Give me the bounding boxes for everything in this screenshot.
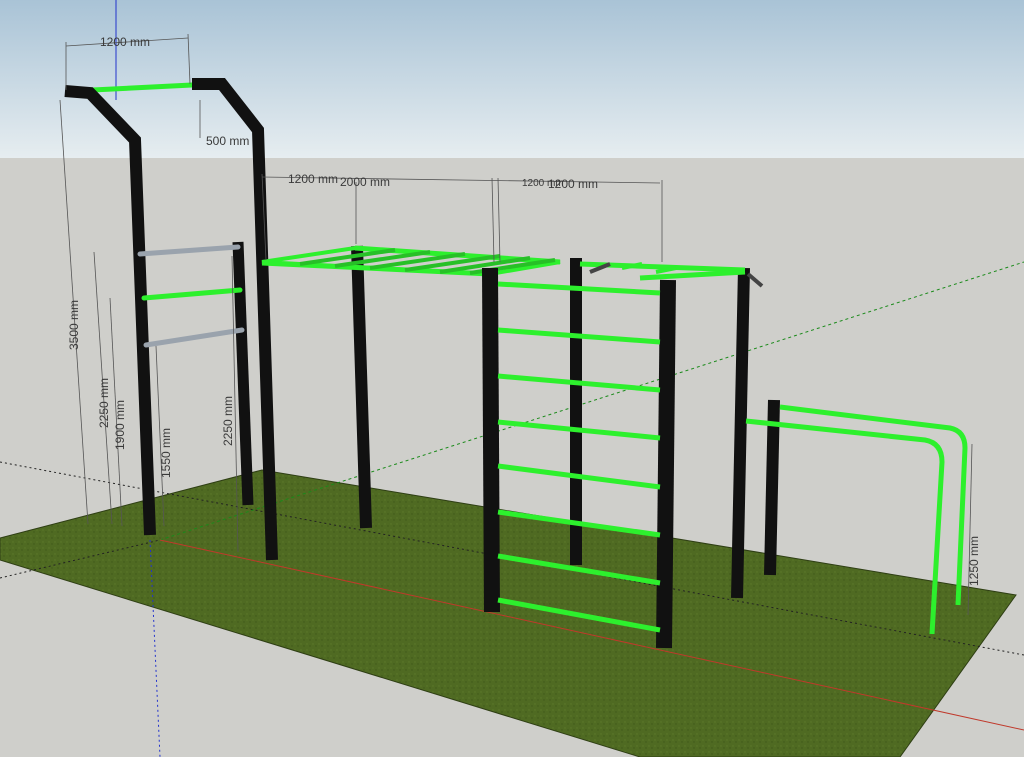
ladder-post-left [482,267,500,613]
dim-ladder-len: 1200 mm [548,177,598,191]
dim-dip-height: 1250 mm [967,536,981,586]
dim-bar-h-3: 1550 mm [159,428,173,478]
rear-post-right [731,267,750,599]
gym-scene-diagram: 1200 mm 500 mm 3500 mm 2250 mm 1900 mm 1… [0,0,1024,757]
dim-post-height: 2250 mm [221,396,235,446]
dim-pullup-width: 1200 mm [100,35,150,49]
sky [0,0,1024,158]
dim-gap-a: 1200 mm [288,172,338,186]
ladder-post-right [656,279,676,649]
dim-bar-h-2: 1900 mm [113,400,127,450]
dim-monkey-bars: 2000 mm [340,175,390,189]
dim-bar-h-1: 2250 mm [97,378,111,428]
dim-pullup-depth: 500 mm [206,134,249,148]
dim-total-height: 3500 mm [67,300,81,350]
